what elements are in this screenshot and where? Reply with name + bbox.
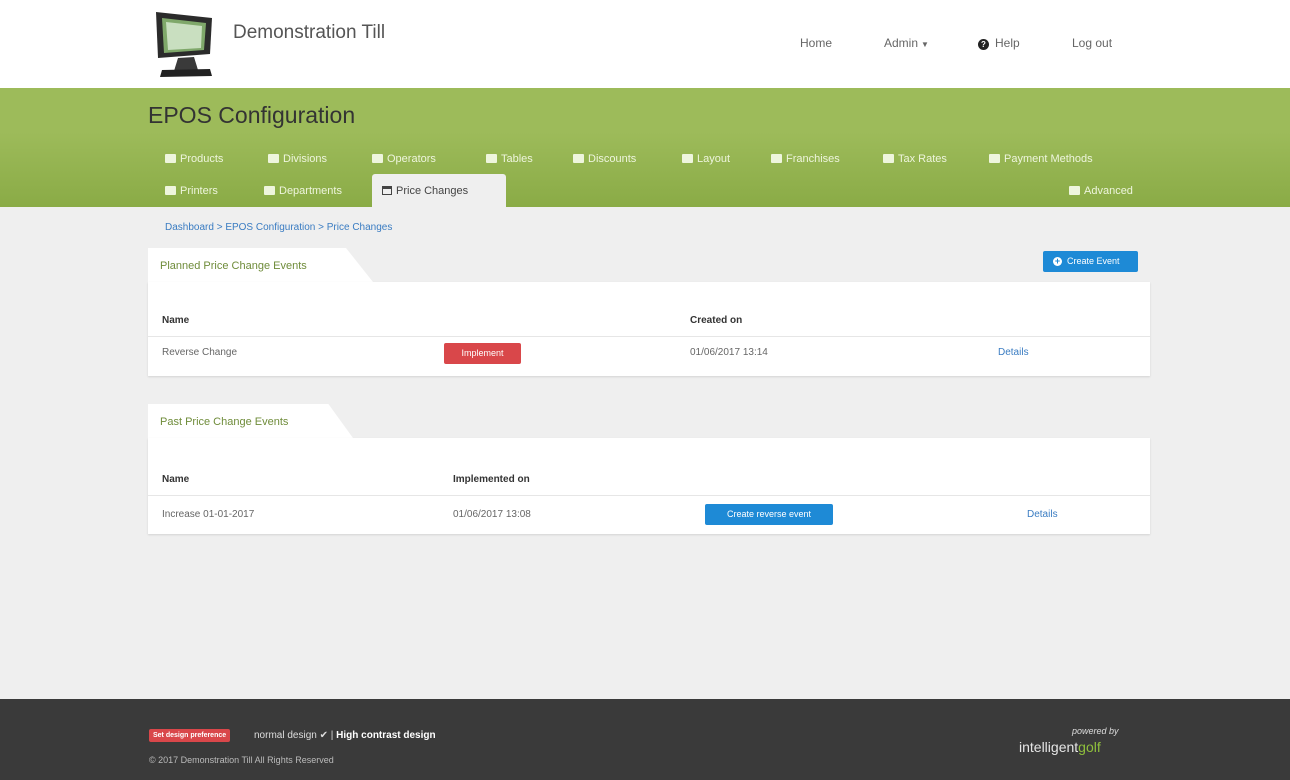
- col-created-header: Created on: [690, 315, 743, 326]
- high-contrast-link[interactable]: High contrast design: [336, 730, 435, 741]
- col-implemented-header: Implemented on: [453, 474, 530, 485]
- past-row-implemented: 01/06/2017 13:08: [453, 509, 531, 520]
- tab-price-changes[interactable]: Price Changes: [372, 174, 506, 207]
- tab-operators[interactable]: Operators: [372, 153, 436, 165]
- calendar-icon: [382, 186, 392, 195]
- footer: Set design preference normal design ✔ | …: [0, 699, 1290, 780]
- caret-down-icon: ▼: [921, 40, 929, 49]
- planned-row-name: Reverse Change: [162, 347, 238, 358]
- table-icon: [486, 154, 497, 163]
- past-details-link[interactable]: Details: [1027, 509, 1058, 520]
- planned-panel-tab: Planned Price Change Events: [148, 248, 373, 282]
- design-options: normal design ✔ | High contrast design: [254, 730, 436, 741]
- past-heading: Past Price Change Events: [160, 416, 289, 428]
- create-reverse-event-button[interactable]: Create reverse event: [705, 504, 833, 525]
- past-events-panel: Name Implemented on Increase 01-01-2017 …: [148, 438, 1150, 534]
- id-card-icon: [883, 154, 894, 163]
- check-icon: ✔: [319, 730, 331, 741]
- tab-departments[interactable]: Departments: [264, 185, 342, 197]
- tag-icon: [573, 154, 584, 163]
- sitemap-icon: [264, 186, 275, 195]
- nav-home-link[interactable]: Home: [800, 36, 832, 50]
- cart-icon: [165, 154, 176, 163]
- nav-help-link[interactable]: ? Help: [978, 36, 1020, 50]
- implement-button[interactable]: Implement: [444, 343, 521, 364]
- tab-tax-rates[interactable]: Tax Rates: [883, 153, 947, 165]
- breadcrumb[interactable]: Dashboard > EPOS Configuration > Price C…: [165, 222, 392, 233]
- create-event-button[interactable]: + Create Event: [1043, 251, 1138, 272]
- tab-printers[interactable]: Printers: [165, 185, 218, 197]
- past-panel-tab: Past Price Change Events: [148, 404, 353, 438]
- nav-admin-dropdown[interactable]: Admin ▼: [884, 36, 929, 50]
- tab-advanced[interactable]: Advanced: [1069, 185, 1133, 197]
- planned-details-link[interactable]: Details: [998, 347, 1029, 358]
- tab-discounts[interactable]: Discounts: [573, 153, 636, 165]
- plus-circle-icon: +: [1053, 256, 1062, 266]
- till-logo-icon: [156, 12, 212, 77]
- copyright-text: © 2017 Demonstration Till All Rights Res…: [149, 755, 334, 765]
- page-title: EPOS Configuration: [148, 102, 356, 128]
- normal-design-link[interactable]: normal design: [254, 730, 317, 741]
- calendar-icon: [989, 154, 1000, 163]
- top-header: Demonstration Till Home Admin ▼ ? Help Log…: [0, 0, 1290, 88]
- config-band: EPOS Configuration Products Divisions Op…: [0, 88, 1290, 207]
- nav-admin-label: Admin: [884, 36, 919, 50]
- planned-heading: Planned Price Change Events: [160, 260, 307, 272]
- powered-by-text: powered by: [1072, 726, 1119, 736]
- nav-logout-link[interactable]: Log out: [1072, 36, 1112, 50]
- wrench-icon: [1069, 186, 1080, 195]
- tab-products[interactable]: Products: [165, 153, 223, 165]
- col-name-header: Name: [162, 315, 190, 326]
- id-card-icon: [771, 154, 782, 163]
- tab-layout[interactable]: Layout: [682, 153, 730, 165]
- planned-events-panel: Name Created on Reverse Change Implement…: [148, 282, 1150, 376]
- users-icon: [372, 154, 383, 163]
- tab-tables[interactable]: Tables: [486, 153, 533, 165]
- intelligentgolf-logo: intelligentgolf: [1019, 739, 1101, 755]
- design-preference-badge: Set design preference: [149, 729, 231, 742]
- tab-payment-methods[interactable]: Payment Methods: [989, 153, 1093, 165]
- printer-icon: [165, 186, 176, 195]
- sitemap-icon: [268, 154, 279, 163]
- col-name-header: Name: [162, 474, 190, 485]
- past-row-name: Increase 01-01-2017: [162, 509, 255, 520]
- question-icon: ?: [978, 39, 989, 50]
- planned-row-created: 01/06/2017 13:14: [690, 347, 768, 358]
- tab-franchises[interactable]: Franchises: [771, 153, 840, 165]
- layout-icon: [682, 154, 693, 163]
- nav-help-label: Help: [995, 36, 1020, 50]
- app-title: Demonstration Till: [233, 22, 386, 43]
- tab-divisions[interactable]: Divisions: [268, 153, 327, 165]
